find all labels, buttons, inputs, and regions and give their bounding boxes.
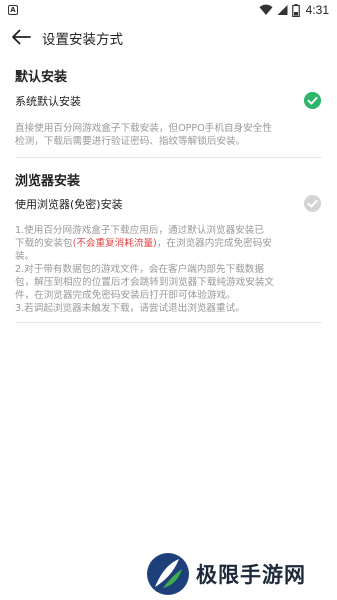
- section-title-browser: 浏览器安装: [15, 174, 81, 189]
- battery-icon: [291, 3, 300, 17]
- option-label: 系统默认安装: [15, 95, 81, 108]
- status-bar: A 4:31: [0, 0, 337, 20]
- description-line: 直接使用百分网游戏盒子下载安装，但OPPO手机自身安全性: [15, 123, 272, 134]
- description-line: 1.使用百分网游戏盒子下载应用后，通过默认浏览器安装已: [15, 225, 264, 236]
- description-line: 装。: [15, 251, 35, 262]
- checkmark-circle-icon[interactable]: [304, 92, 321, 109]
- option-label: 使用浏览器(免密)安装: [15, 198, 123, 211]
- watermark-logo-icon: [147, 553, 189, 595]
- description-line-highlight: 下载的安装包(不会重复消耗流量)，在浏览器内完成免密码安: [15, 237, 325, 250]
- no-extra-traffic-note: (不会重复消耗流量): [72, 238, 157, 249]
- section-title-default: 默认安装: [15, 70, 68, 85]
- checkmark-circle-icon[interactable]: [304, 195, 321, 212]
- description-line: 检测，下载后需要进行验证密码、指纹等解锁后安装。: [15, 136, 246, 147]
- app-notification-icon: A: [8, 5, 18, 15]
- description-line: 2.对于带有数据包的游戏文件，会在客户端内部先下载数据: [15, 264, 264, 275]
- arrow-left-icon[interactable]: [10, 26, 32, 48]
- default-install-description: 直接使用百分网游戏盒子下载安装，但OPPO手机自身安全性 检测，下载后需要进行验…: [15, 122, 325, 148]
- watermark-text: 极限手游网: [196, 562, 306, 587]
- option-system-default-install[interactable]: 系统默认安装: [0, 90, 337, 114]
- browser-install-description: 1.使用百分网游戏盒子下载应用后，通过默认浏览器安装已 下载的安装包(不会重复消…: [15, 224, 325, 315]
- status-time: 4:31: [305, 3, 329, 17]
- status-icons: 4:31: [259, 2, 329, 18]
- description-line: 包，解压到相应的位置后才会跳转到浏览器下载纯游戏安装文: [15, 277, 275, 288]
- app-bar: 设置安装方式: [0, 20, 337, 54]
- signal-icon: [277, 5, 288, 15]
- description-line: 件，在浏览器完成免密码安装后打开即可体验游戏。: [15, 290, 236, 301]
- description-text: 下载的安装包: [15, 238, 73, 249]
- option-browser-install[interactable]: 使用浏览器(免密)安装: [0, 193, 337, 217]
- description-line: 3.若调起浏览器未触发下载，请尝试退出浏览器重试。: [15, 303, 245, 314]
- divider: [15, 322, 322, 323]
- description-text: ，在浏览器内完成免密码安: [156, 238, 272, 249]
- watermark: 极限手游网: [146, 552, 306, 596]
- wifi-icon: [259, 4, 273, 15]
- page-title: 设置安装方式: [42, 32, 123, 48]
- divider: [15, 157, 322, 158]
